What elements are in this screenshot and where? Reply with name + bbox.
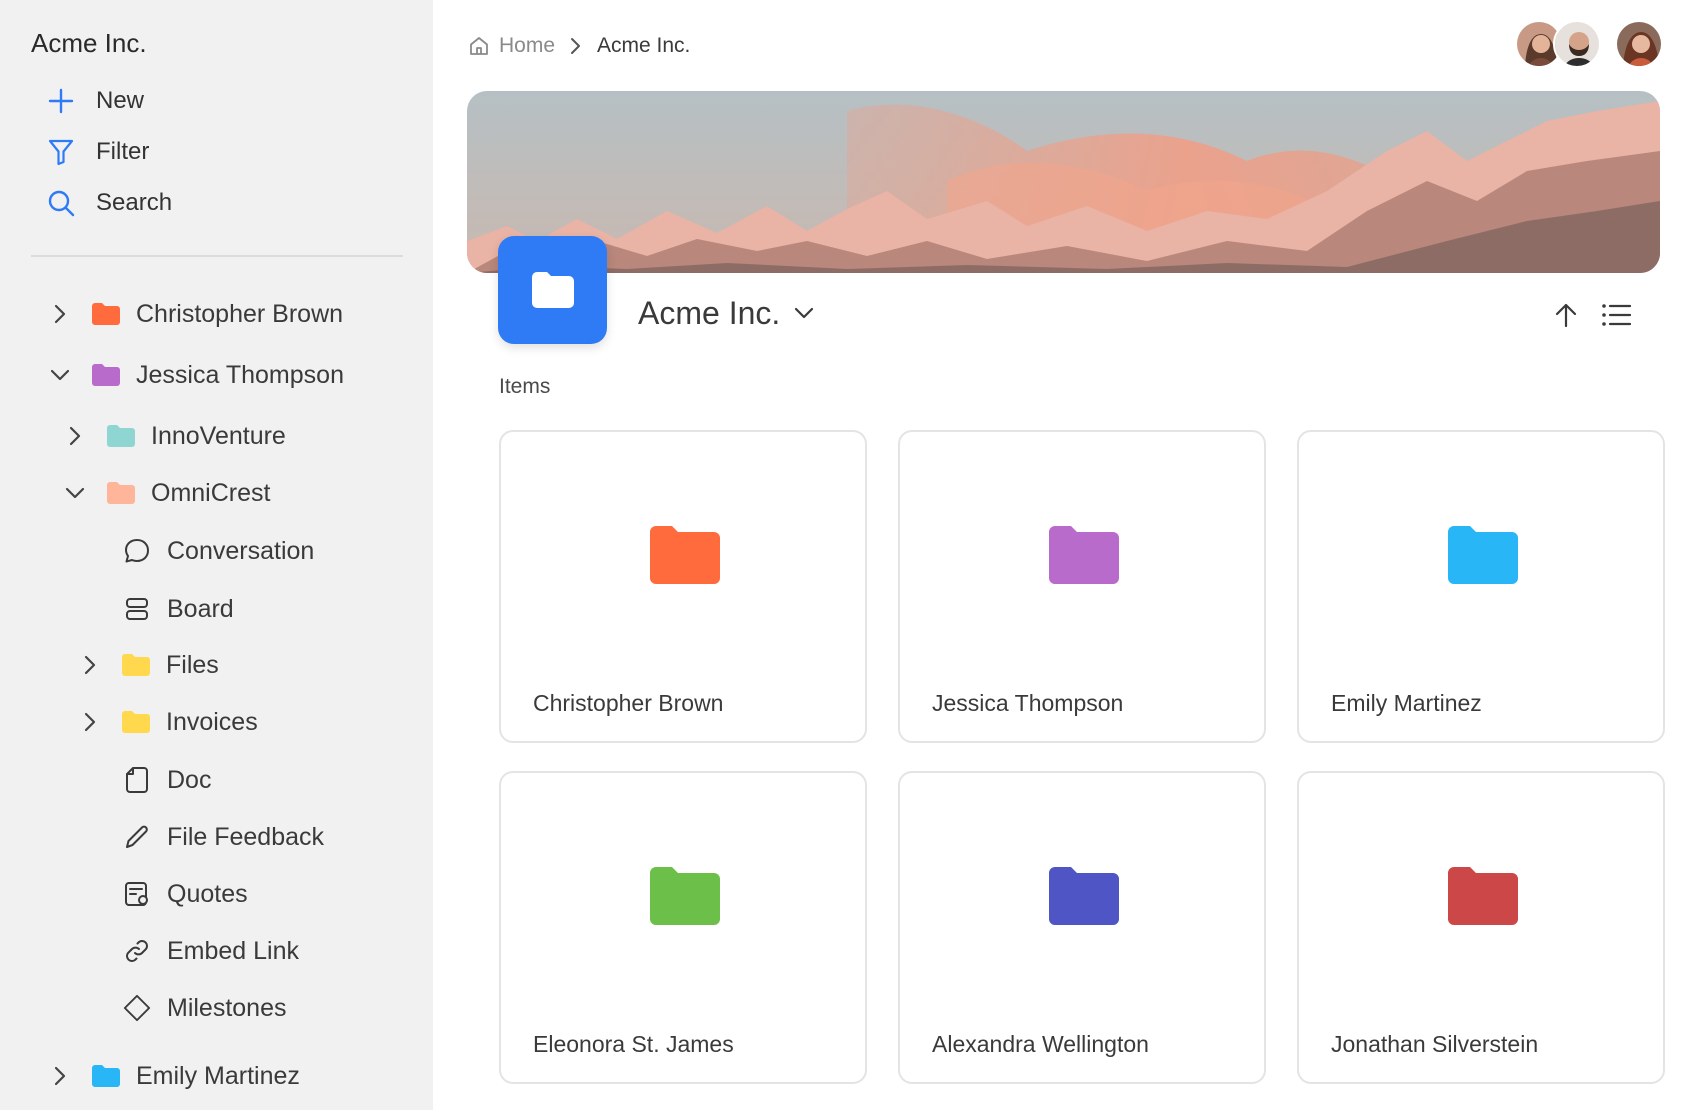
item-card-label: Emily Martinez <box>1331 690 1482 717</box>
folder-icon <box>1448 526 1518 584</box>
cover-image <box>467 91 1660 273</box>
chevron-right-icon[interactable] <box>63 424 87 448</box>
filter-icon <box>44 135 78 169</box>
chevron-right-icon[interactable] <box>48 302 72 326</box>
chevron-right-icon <box>569 37 583 55</box>
folder-icon <box>92 302 120 326</box>
folder-icon <box>92 1064 120 1088</box>
tree-item-label: InnoVenture <box>151 422 286 451</box>
avatar[interactable] <box>1615 20 1663 68</box>
item-card[interactable]: Emily Martinez <box>1297 430 1665 743</box>
list-icon <box>1601 302 1631 328</box>
item-card-label: Christopher Brown <box>533 690 723 717</box>
folder-icon <box>107 424 135 448</box>
item-card-label: Jessica Thompson <box>932 690 1123 717</box>
workspace-folder-icon <box>498 236 607 344</box>
chevron-right-icon[interactable] <box>78 653 102 677</box>
tree-item-innoventure[interactable]: InnoVenture <box>63 414 286 458</box>
diamond-icon <box>123 994 151 1022</box>
search-button[interactable]: Search <box>44 183 172 223</box>
folder-icon <box>122 653 150 677</box>
folder-icon <box>122 710 150 734</box>
sort-ascending-button[interactable] <box>1553 302 1579 328</box>
chevron-right-icon[interactable] <box>48 1064 72 1088</box>
breadcrumb-current: Acme Inc. <box>597 34 690 58</box>
breadcrumb-home-link[interactable]: Home <box>499 34 555 58</box>
search-label: Search <box>96 189 172 217</box>
workspace-name: Acme Inc. <box>31 28 147 59</box>
folder-icon <box>650 867 720 925</box>
tree-item-jessica-thompson[interactable]: Jessica Thompson <box>48 353 344 397</box>
tree-item-label: OmniCrest <box>151 479 270 508</box>
home-icon[interactable] <box>467 34 491 58</box>
tree-item-embed-link[interactable]: Embed Link <box>123 929 299 973</box>
folder-icon <box>107 481 135 505</box>
folder-icon <box>1049 526 1119 584</box>
tree-item-label: File Feedback <box>167 823 324 852</box>
arrow-up-icon <box>1553 302 1579 328</box>
item-card-label: Eleonora St. James <box>533 1031 734 1058</box>
tree-item-quotes[interactable]: Quotes <box>123 872 248 916</box>
chevron-down-icon[interactable] <box>48 363 72 387</box>
chevron-right-icon[interactable] <box>78 710 102 734</box>
tree-item-doc[interactable]: Doc <box>123 758 211 802</box>
quotes-icon <box>123 880 151 908</box>
item-card[interactable]: Christopher Brown <box>499 430 867 743</box>
tree-item-label: Quotes <box>167 880 248 909</box>
tree-item-label: Emily Martinez <box>136 1062 300 1091</box>
chevron-down-icon <box>794 306 814 320</box>
tree-item-omnicrest[interactable]: OmniCrest <box>63 471 270 515</box>
pencil-icon <box>123 823 151 851</box>
chat-bubble-icon <box>123 537 151 565</box>
list-view-button[interactable] <box>1601 302 1631 328</box>
item-card-label: Alexandra Wellington <box>932 1031 1149 1058</box>
tree-item-label: Files <box>166 651 219 680</box>
sidebar: Acme Inc. New Filter Search Christopher … <box>0 0 433 1110</box>
item-card[interactable]: Jonathan Silverstein <box>1297 771 1665 1084</box>
items-section-label: Items <box>499 375 550 399</box>
avatar[interactable] <box>1553 20 1601 68</box>
filter-label: Filter <box>96 138 149 166</box>
search-icon <box>44 186 78 220</box>
breadcrumb: Home Acme Inc. <box>467 30 690 62</box>
new-label: New <box>96 87 144 115</box>
new-button[interactable]: New <box>44 81 144 121</box>
item-card[interactable]: Alexandra Wellington <box>898 771 1266 1084</box>
folder-icon <box>650 526 720 584</box>
tree-item-christopher-brown[interactable]: Christopher Brown <box>48 292 343 336</box>
item-card[interactable]: Jessica Thompson <box>898 430 1266 743</box>
folder-icon <box>1448 867 1518 925</box>
tree-item-conversation[interactable]: Conversation <box>123 529 314 573</box>
tree-item-files[interactable]: Files <box>78 643 219 687</box>
tree-item-milestones[interactable]: Milestones <box>123 986 287 1030</box>
tree-item-file-feedback[interactable]: File Feedback <box>123 815 324 859</box>
item-card[interactable]: Eleonora St. James <box>499 771 867 1084</box>
tree-item-label: Conversation <box>167 537 314 566</box>
workspace-title: Acme Inc. <box>638 295 780 332</box>
tree-item-label: Christopher Brown <box>136 300 343 329</box>
tree-item-label: Embed Link <box>167 937 299 966</box>
tree-item-label: Doc <box>167 766 211 795</box>
tree-item-label: Board <box>167 595 234 624</box>
folder-icon <box>1049 867 1119 925</box>
tree-item-board[interactable]: Board <box>123 587 234 631</box>
tree-item-label: Milestones <box>167 994 287 1023</box>
tree-item-invoices[interactable]: Invoices <box>78 700 258 744</box>
folder-icon <box>92 363 120 387</box>
tree-item-label: Jessica Thompson <box>136 361 344 390</box>
document-icon <box>123 766 151 794</box>
board-icon <box>123 595 151 623</box>
link-icon <box>123 937 151 965</box>
plus-icon <box>44 84 78 118</box>
tree-item-emily-martinez[interactable]: Emily Martinez <box>48 1054 300 1098</box>
filter-button[interactable]: Filter <box>44 132 149 172</box>
workspace-title-dropdown[interactable]: Acme Inc. <box>638 293 814 333</box>
sidebar-divider <box>31 255 403 257</box>
chevron-down-icon[interactable] <box>63 481 87 505</box>
tree-item-label: Invoices <box>166 708 258 737</box>
item-card-label: Jonathan Silverstein <box>1331 1031 1538 1058</box>
